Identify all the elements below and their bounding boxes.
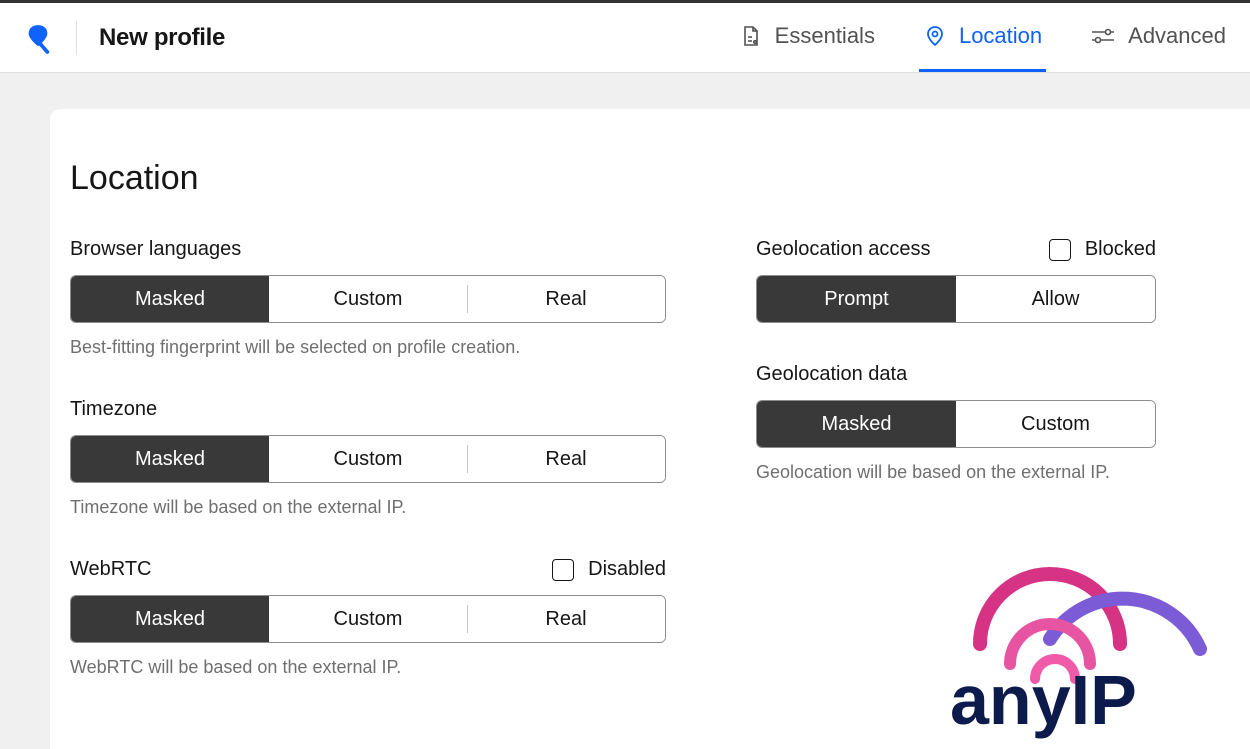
seg-option-prompt[interactable]: Prompt [757,276,956,322]
setting-label: Geolocation data [756,363,907,386]
tab-label: Location [959,23,1042,49]
setting-webrtc: WebRTC Disabled Masked Custom Real WebRT… [70,558,666,678]
seg-option-masked[interactable]: Masked [71,596,269,642]
setting-geo-access: Geolocation access Blocked Prompt Allow [756,238,1156,323]
seg-option-custom[interactable]: Custom [269,276,467,322]
seg-option-masked[interactable]: Masked [71,436,269,482]
app-logo [24,20,54,56]
tabs: Essentials Location Advanced [735,3,1230,72]
seg-option-allow[interactable]: Allow [956,276,1155,322]
document-icon [739,24,763,48]
helper-text: Best-fitting fingerprint will be selecte… [70,337,666,358]
seg-option-real[interactable]: Real [467,596,665,642]
checkbox-webrtc-disabled[interactable] [552,559,574,581]
page-title: New profile [99,24,225,52]
tab-label: Essentials [775,23,875,49]
setting-geo-data: Geolocation data Masked Custom Geolocati… [756,363,1156,483]
seg-browser-languages: Masked Custom Real [70,275,666,323]
setting-label: Geolocation access [756,238,931,261]
setting-browser-languages: Browser languages Masked Custom Real Bes… [70,238,666,358]
seg-option-real[interactable]: Real [467,276,665,322]
seg-option-custom[interactable]: Custom [269,596,467,642]
checkbox-geo-blocked[interactable] [1049,239,1071,261]
location-panel: Location Browser languages Masked Custom… [50,109,1250,749]
helper-text: Timezone will be based on the external I… [70,497,666,518]
seg-option-masked[interactable]: Masked [71,276,269,322]
section-title: Location [70,159,1230,198]
setting-label: Timezone [70,398,157,421]
helper-text: Geolocation will be based on the externa… [756,462,1156,483]
watermark-logo: anyIP [940,564,1230,749]
seg-option-real[interactable]: Real [467,436,665,482]
seg-geo-access: Prompt Allow [756,275,1156,323]
topbar: New profile Essentials Location [0,3,1250,73]
seg-webrtc: Masked Custom Real [70,595,666,643]
tab-label: Advanced [1128,23,1226,49]
sliders-icon [1090,24,1116,48]
tab-advanced[interactable]: Advanced [1086,3,1230,72]
helper-text: WebRTC will be based on the external IP. [70,657,666,678]
tab-location[interactable]: Location [919,3,1046,72]
checkbox-label: Disabled [588,558,666,581]
seg-geo-data: Masked Custom [756,400,1156,448]
setting-label: Browser languages [70,238,241,261]
setting-timezone: Timezone Masked Custom Real Timezone wil… [70,398,666,518]
svg-text:anyIP: anyIP [950,661,1137,739]
seg-timezone: Masked Custom Real [70,435,666,483]
location-pin-icon [923,24,947,48]
seg-option-custom[interactable]: Custom [956,401,1155,447]
seg-option-custom[interactable]: Custom [269,436,467,482]
seg-option-masked[interactable]: Masked [757,401,956,447]
checkbox-label: Blocked [1085,238,1156,261]
separator [76,21,77,55]
setting-label: WebRTC [70,558,152,581]
tab-essentials[interactable]: Essentials [735,3,879,72]
